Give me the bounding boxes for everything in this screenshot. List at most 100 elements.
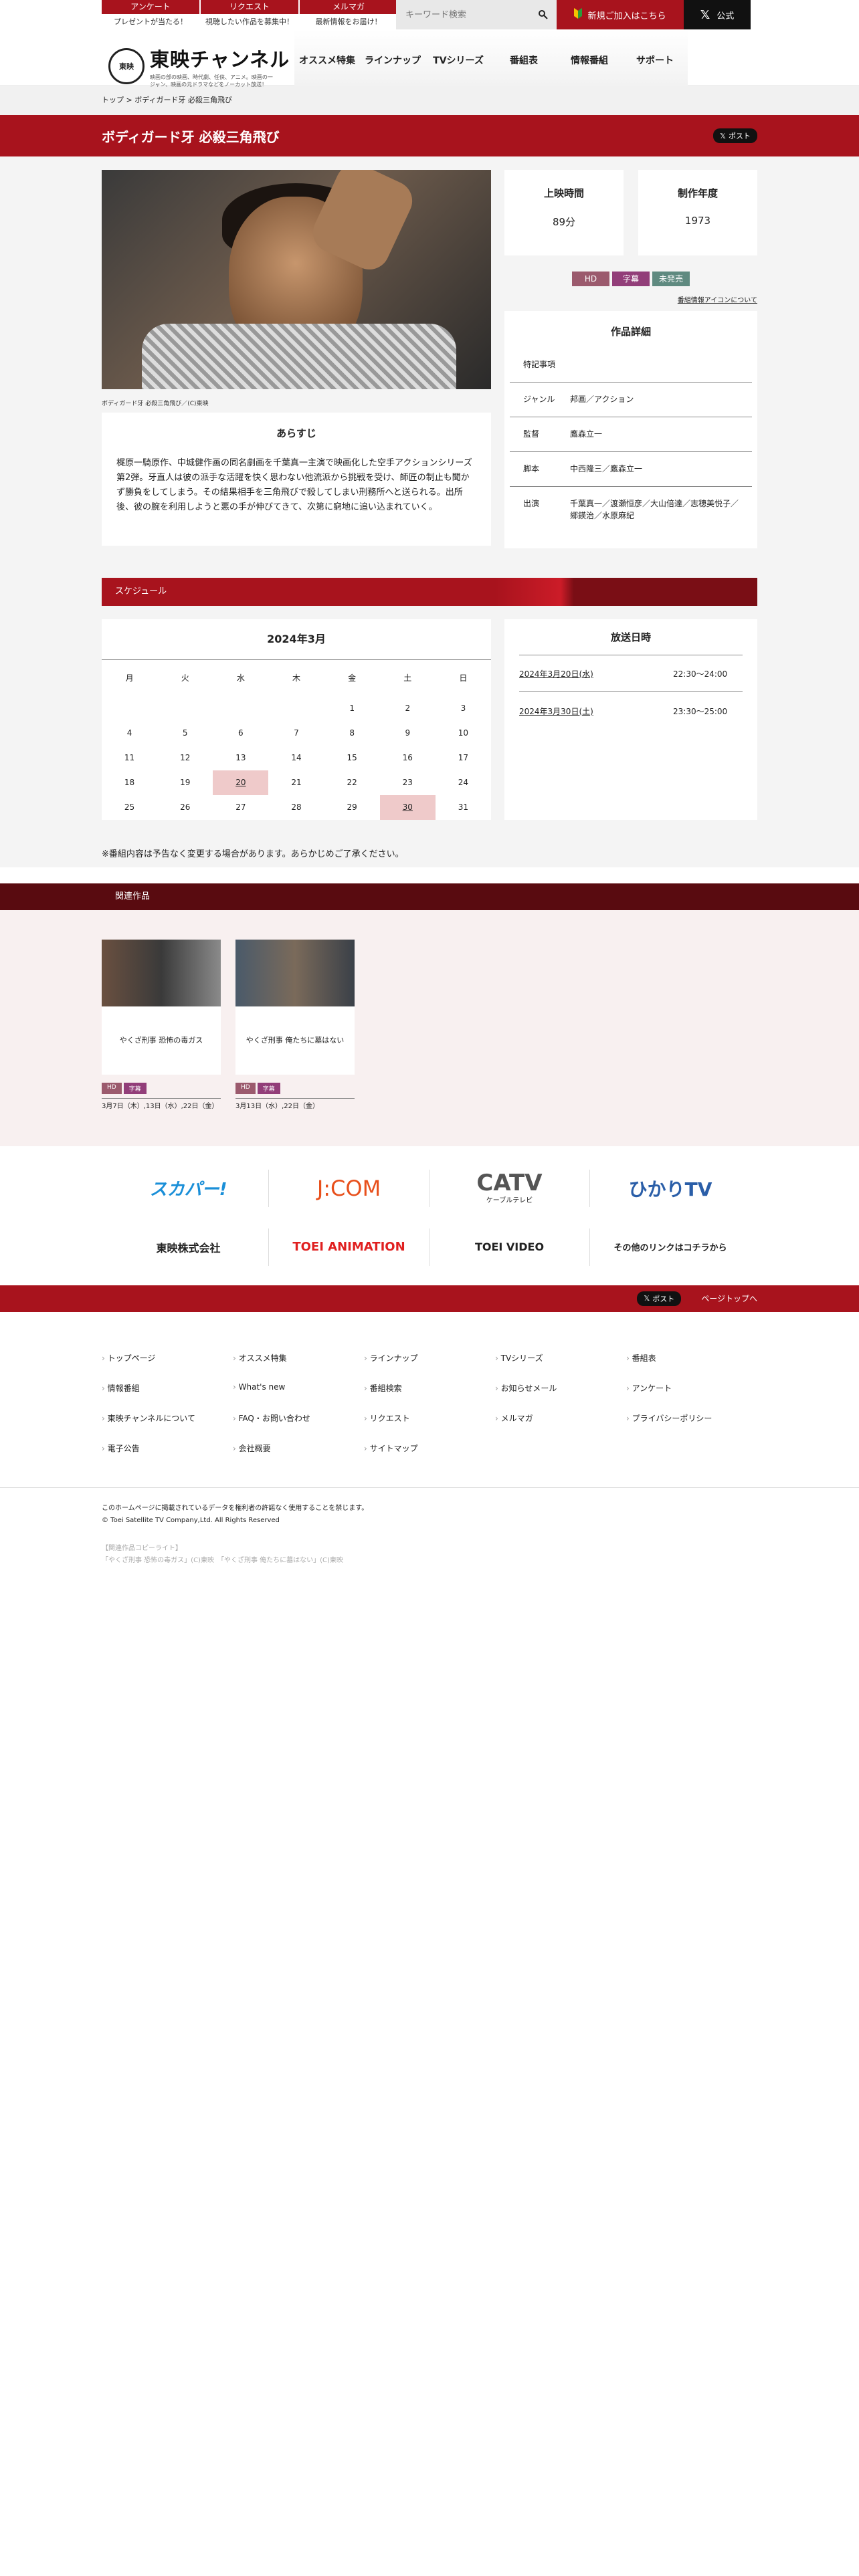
x-post-button[interactable]: 𝕏 ポスト <box>637 1291 682 1306</box>
calendar-day: 19 <box>180 778 191 787</box>
footer-link[interactable]: プライバシーポリシー <box>626 1412 757 1424</box>
footer-link[interactable]: メルマガ <box>495 1412 626 1424</box>
calendar-day: 12 <box>180 753 191 762</box>
nav-lineup[interactable]: ラインナップ <box>360 29 425 86</box>
nav-program-guide[interactable]: 番組表 <box>491 29 557 86</box>
banner-hikari-tv[interactable]: ひかりTV <box>590 1170 751 1207</box>
footer-link[interactable]: 番組表 <box>626 1352 757 1364</box>
image-caption: ボディガード牙 必殺三角飛び／(C)東映 <box>102 401 209 407</box>
detail-value: 鷹森立一 <box>570 429 603 439</box>
search-input[interactable] <box>396 0 530 29</box>
nav-recommend[interactable]: オススメ特集 <box>294 29 360 86</box>
calendar-week: 25 26 27 28 29 30 31 <box>102 794 491 820</box>
banner-label: J:COM <box>316 1175 381 1201</box>
top-link-survey[interactable]: アンケート プレゼントが当たる！ <box>102 0 199 29</box>
air-date-link[interactable]: 2024年3月30日(土) <box>519 706 673 717</box>
related-heading-bar: 関連作品 <box>0 883 859 910</box>
copyright-text: © Toei Satellite TV Company,Ltd. All Rig… <box>102 1516 280 1524</box>
footer-link[interactable]: What's new <box>233 1382 364 1394</box>
banner-toei-video[interactable]: TOEI VIDEO <box>430 1228 590 1266</box>
footer-link[interactable]: アンケート <box>626 1382 757 1394</box>
banner-other-links[interactable]: その他のリンクはコチラから <box>590 1228 751 1266</box>
join-button[interactable]: 新規ご加入はこちら <box>557 0 684 29</box>
calendar-month: 2024年3月 <box>267 633 326 645</box>
calendar-week: 11 12 13 14 15 16 17 <box>102 746 491 770</box>
badge-unreleased: 未発売 <box>652 272 690 286</box>
calendar-day: 25 <box>124 802 135 812</box>
footer-link[interactable]: ラインナップ <box>364 1352 495 1364</box>
air-times: 放送日時 2024年3月20日(水) 22:30〜24:00 2024年3月30日… <box>504 619 757 820</box>
breadcrumb-sep: > <box>126 96 132 104</box>
banner-catv[interactable]: CATV ケーブルテレビ <box>430 1169 590 1207</box>
footer-link[interactable]: 情報番組 <box>102 1382 233 1394</box>
top-link-mailmag[interactable]: メルマガ 最新情報をお届け！ <box>300 0 397 29</box>
air-heading: 放送日時 <box>610 631 651 643</box>
calendar-day <box>102 696 157 721</box>
breadcrumb-home[interactable]: トップ <box>102 96 124 104</box>
nav-support[interactable]: サポート <box>622 29 688 86</box>
x-post-button[interactable]: 𝕏 ポスト <box>713 128 757 143</box>
copyright: このホームページに掲載されているデータを権利者の許諾なく使用することを禁じます。… <box>0 1488 859 1582</box>
footer-link[interactable]: 電子公告 <box>102 1442 233 1454</box>
nav-info-program[interactable]: 情報番組 <box>557 29 622 86</box>
x-logo-icon: 𝕏 <box>644 1294 650 1303</box>
detail-value: 邦画／アクション <box>570 395 634 404</box>
detail-row-cast: 出演 千葉真一／渡瀬恒彦／大山倍達／志穂美悦子／郷鍈治／水原麻紀 <box>510 487 752 532</box>
site-logo[interactable]: 東映 東映チャンネル 映画の部の映画、時代劇、任侠、アニメ。映画の一ジャン、映画… <box>108 44 290 88</box>
search-icon[interactable] <box>530 0 557 29</box>
banner-skyperfect[interactable]: スカパー! <box>108 1169 269 1207</box>
logo-mark: 東映 <box>108 48 145 84</box>
runtime-box: 上映時間 89分 <box>504 170 624 255</box>
detail-value <box>570 358 739 371</box>
calendar-day: 26 <box>180 802 191 812</box>
air-date-link[interactable]: 2024年3月20日(水) <box>519 668 673 679</box>
banner-toei[interactable]: 東映株式会社 <box>108 1228 269 1266</box>
calendar-day: 24 <box>458 778 469 787</box>
page-top-link[interactable]: ページトップへ <box>701 1293 757 1304</box>
footer-link[interactable]: トップページ <box>102 1352 233 1364</box>
related-card[interactable]: やくざ刑事 恐怖の毒ガス HD 字幕 3月7日（木）,13日（水）,22日（金） <box>102 939 221 1111</box>
nav-tv-series[interactable]: TVシリーズ <box>425 29 491 86</box>
banner-jcom[interactable]: J:COM <box>269 1169 430 1207</box>
calendar-day: 1 <box>349 704 355 713</box>
calendar-day-airing[interactable]: 20 <box>213 770 269 795</box>
detail-key: ジャンル <box>523 395 555 404</box>
footer-link[interactable]: FAQ・お問い合わせ <box>233 1412 364 1424</box>
footer-link[interactable]: お知らせメール <box>495 1382 626 1394</box>
footer-link[interactable]: リクエスト <box>364 1412 495 1424</box>
banner-toei-animation[interactable]: TOEI ANIMATION <box>269 1228 430 1266</box>
calendar-day-airing[interactable]: 30 <box>379 794 436 820</box>
calendar-day: 7 <box>294 728 299 738</box>
schedule-heading: スケジュール <box>102 578 757 606</box>
related-card[interactable]: やくざ刑事 俺たちに墓はない HD 字幕 3月13日（水）,22日（金） <box>235 939 355 1111</box>
related-title: やくざ刑事 恐怖の毒ガス <box>102 1006 221 1075</box>
beginner-mark-icon <box>574 8 583 21</box>
banner-label: TOEI VIDEO <box>474 1241 545 1253</box>
footer-link[interactable]: サイトマップ <box>364 1442 495 1454</box>
post-label: ポスト <box>729 132 751 140</box>
weekday: 土 <box>379 659 436 696</box>
footer-link[interactable]: 番組検索 <box>364 1382 495 1394</box>
year-label: 制作年度 <box>677 187 718 199</box>
footer-link[interactable]: 会社概要 <box>233 1442 364 1454</box>
top-link-sub: 最新情報をお届け！ <box>315 17 382 26</box>
x-official-button[interactable]: 𝕏 公式 <box>684 0 751 29</box>
footer-link[interactable]: TVシリーズ <box>495 1352 626 1364</box>
runtime-value: 89分 <box>552 216 576 228</box>
detail-key: 出演 <box>523 499 540 508</box>
footer-link[interactable]: 東映チャンネルについて <box>102 1412 233 1424</box>
banner-label: スカパー! <box>149 1180 227 1200</box>
calendar-day: 14 <box>291 753 302 762</box>
x-logo-icon: 𝕏 <box>720 131 726 140</box>
top-link-request[interactable]: リクエスト 視聴したい作品を募集中！ <box>201 0 298 29</box>
partner-banners: スカパー! J:COM CATV ケーブルテレビ ひかりTV 東映株式会社 TOE… <box>0 1146 859 1285</box>
calendar-day: 13 <box>235 753 246 762</box>
breadcrumb: トップ > ボディガード牙 必殺三角飛び <box>0 86 859 115</box>
weekday: 水 <box>213 659 269 696</box>
detail-heading: 作品詳細 <box>610 326 651 338</box>
icon-info-link[interactable]: 番組情報アイコンについて <box>504 294 757 304</box>
footer-link[interactable]: オススメ特集 <box>233 1352 364 1364</box>
footer-nav: トップページオススメ特集ラインナップTVシリーズ番組表情報番組What's ne… <box>0 1312 859 1488</box>
top-link-label: リクエスト <box>201 0 298 14</box>
weekday: 金 <box>324 659 380 696</box>
